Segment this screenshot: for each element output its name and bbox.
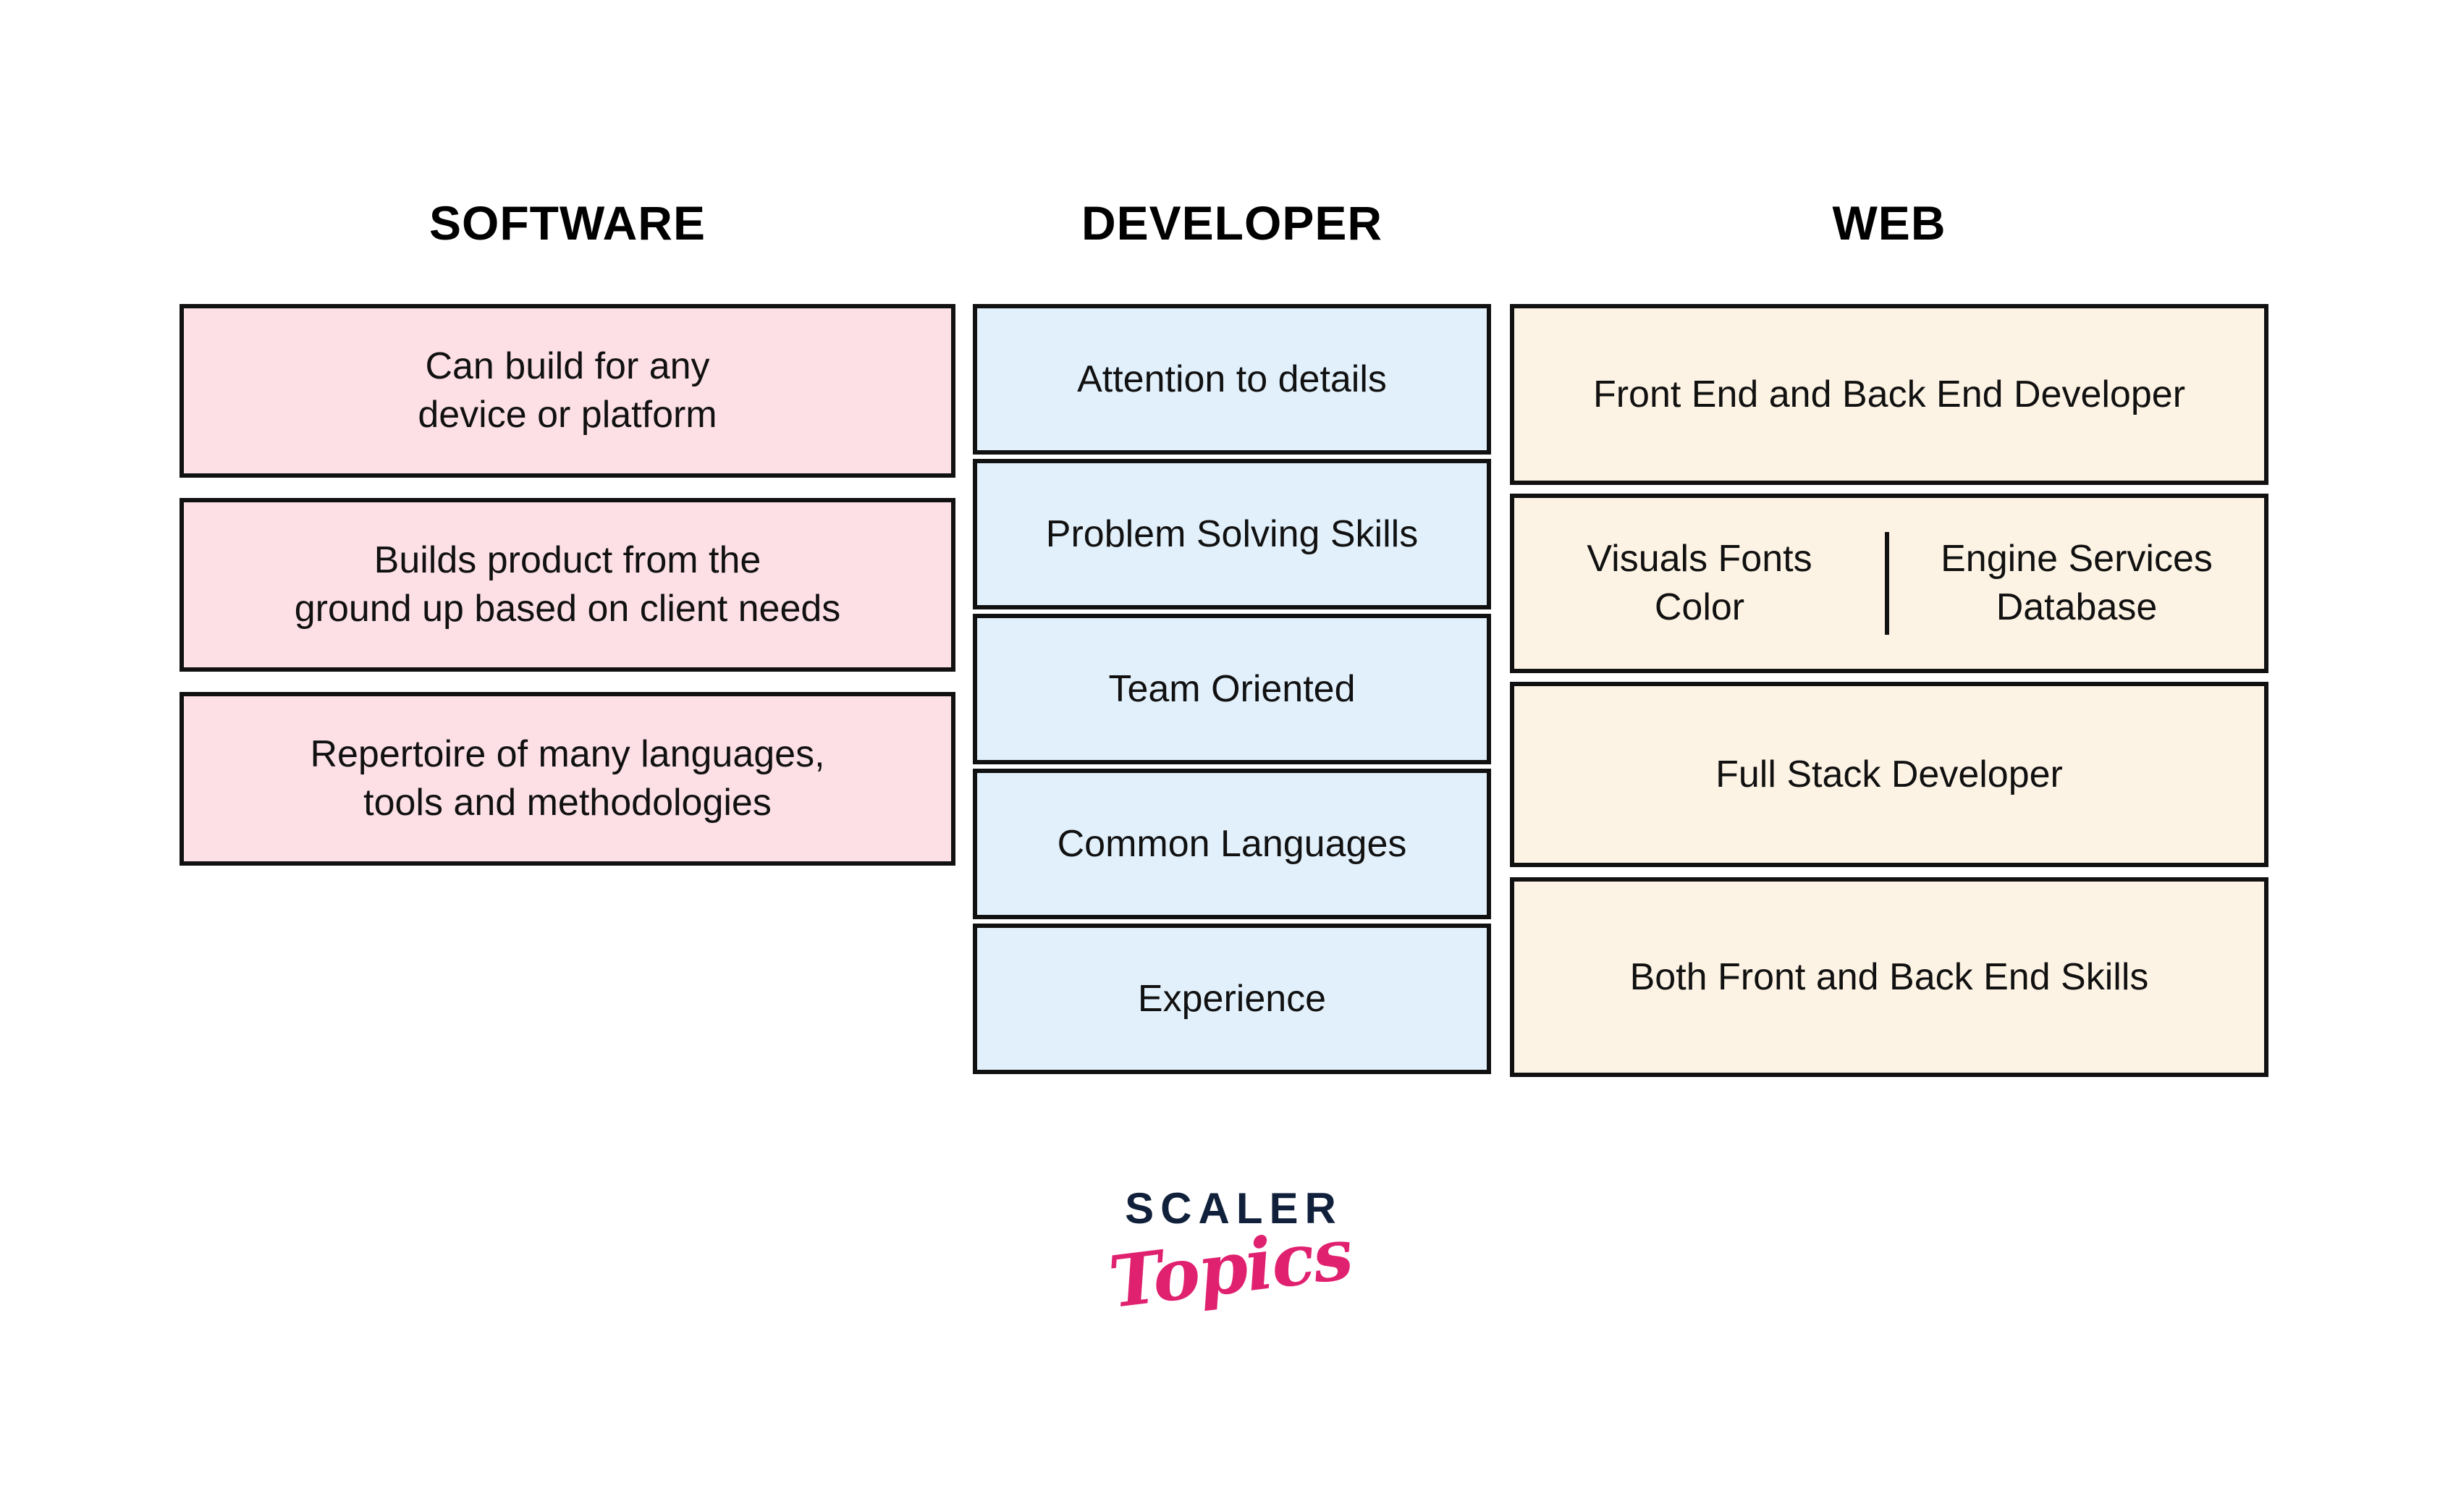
developer-item-label: Common Languages	[1057, 822, 1407, 865]
software-item-label: Can build for any device or platform	[418, 345, 717, 436]
developer-item-box: Experience	[973, 924, 1491, 1074]
software-item-label: Repertoire of many languages, tools and m…	[310, 733, 825, 824]
software-item-box: Repertoire of many languages, tools and m…	[180, 692, 955, 866]
developer-item-label: Experience	[1137, 977, 1327, 1020]
column-header-software: SOFTWARE	[429, 196, 706, 250]
web-item-label: Full Stack Developer	[1715, 753, 2063, 795]
column-header-web: WEB	[1832, 196, 1946, 250]
developer-item-box: Problem Solving Skills	[973, 459, 1491, 609]
developer-item-box: Attention to details	[973, 304, 1491, 455]
diagram-canvas: SOFTWARE DEVELOPER WEB Can build for any…	[0, 0, 2461, 1512]
web-split-right-cell: Engine Services Database	[1889, 532, 2264, 635]
web-split-right-label: Engine Services Database	[1941, 538, 2213, 628]
developer-item-label: Problem Solving Skills	[1045, 512, 1419, 555]
web-item-box: Both Front and Back End Skills	[1510, 877, 2268, 1077]
web-split-left-cell: Visuals Fonts Color	[1514, 532, 1889, 635]
scaler-topics-logo: SCALER Topics	[1078, 1187, 1383, 1382]
web-item-box: Front End and Back End Developer	[1510, 304, 2268, 485]
developer-item-label: Team Oriented	[1108, 667, 1356, 710]
software-item-label: Builds product from the ground up based o…	[294, 539, 841, 630]
web-item-box: Full Stack Developer	[1510, 682, 2268, 867]
developer-item-box: Common Languages	[973, 769, 1491, 919]
developer-item-box: Team Oriented	[973, 614, 1491, 764]
column-header-developer: DEVELOPER	[1081, 196, 1383, 250]
web-item-label: Front End and Back End Developer	[1592, 373, 2186, 415]
web-split-box: Visuals Fonts Color Engine Services Databa…	[1510, 494, 2268, 673]
software-item-box: Builds product from the ground up based o…	[180, 498, 955, 672]
web-item-label: Both Front and Back End Skills	[1629, 955, 2149, 998]
developer-item-label: Attention to details	[1077, 358, 1387, 400]
software-item-box: Can build for any device or platform	[180, 304, 955, 478]
web-split-left-label: Visuals Fonts Color	[1587, 538, 1812, 628]
